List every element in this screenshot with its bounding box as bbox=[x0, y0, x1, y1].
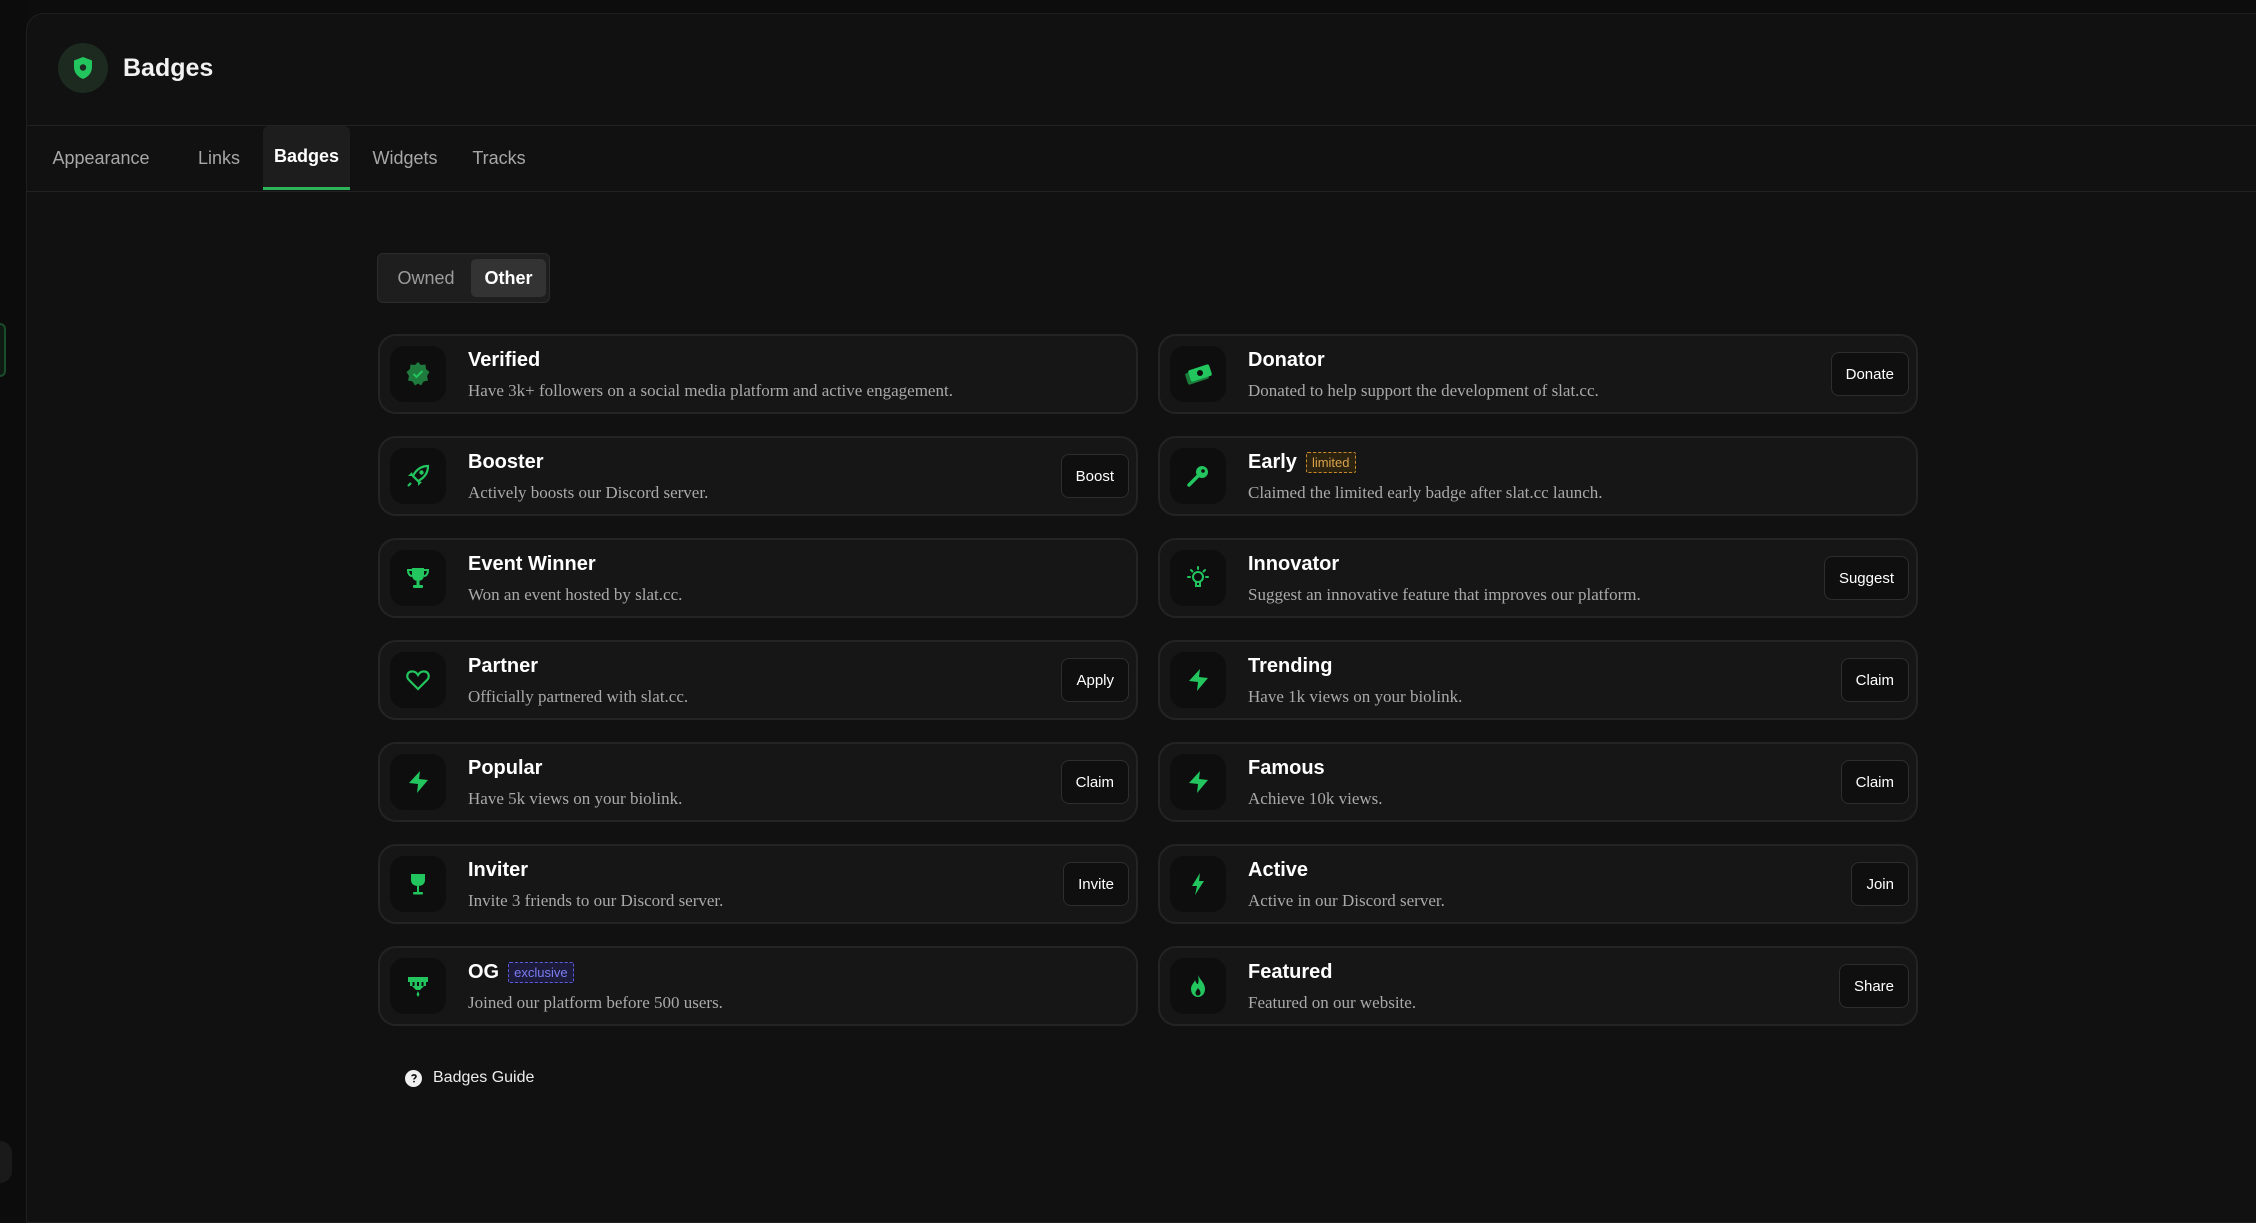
lightbulb-icon bbox=[1170, 550, 1226, 606]
claim-button[interactable]: Claim bbox=[1840, 760, 1909, 804]
sidebar-active-indicator bbox=[0, 323, 6, 377]
trophy-icon bbox=[390, 550, 446, 606]
badge-title: Donator bbox=[1248, 349, 1325, 371]
badge-description: Featured on our website. bbox=[1248, 993, 1417, 1012]
badge-card-early: Early limited Claimed the limited early … bbox=[1158, 436, 1918, 516]
badge-card-og: OG exclusive Joined our platform before … bbox=[378, 946, 1138, 1026]
page-header: Badges bbox=[27, 14, 2256, 126]
badge-description: Active in our Discord server. bbox=[1248, 891, 1445, 910]
badge-card-active: Active Active in our Discord server. Joi… bbox=[1158, 844, 1918, 924]
badge-card-event-winner: Event Winner Won an event hosted by slat… bbox=[378, 538, 1138, 618]
filter-owned-button[interactable]: Owned bbox=[383, 259, 469, 297]
badge-description: Invite 3 friends to our Discord server. bbox=[468, 891, 724, 910]
badge-description: Achieve 10k views. bbox=[1248, 789, 1383, 808]
badge-description: Claimed the limited early badge after sl… bbox=[1248, 483, 1603, 502]
badge-card-inviter: Inviter Invite 3 friends to our Discord … bbox=[378, 844, 1138, 924]
badge-card-famous: Famous Achieve 10k views. Claim bbox=[1158, 742, 1918, 822]
badge-card-popular: Popular Have 5k views on your biolink. C… bbox=[378, 742, 1138, 822]
tab-badges[interactable]: Badges bbox=[263, 126, 350, 190]
badge-card-trending: Trending Have 1k views on your biolink. … bbox=[1158, 640, 1918, 720]
badge-description: Donated to help support the development … bbox=[1248, 381, 1599, 400]
sparkle-star-icon bbox=[1170, 652, 1226, 708]
tab-appearance[interactable]: Appearance bbox=[38, 126, 164, 190]
help-circle-icon bbox=[405, 1069, 422, 1087]
heart-icon bbox=[390, 652, 446, 708]
flame-icon bbox=[1170, 958, 1226, 1014]
badge-description: Have 5k views on your biolink. bbox=[468, 789, 683, 808]
badge-title: Popular bbox=[468, 757, 543, 779]
badge-card-booster: Booster Actively boosts our Discord serv… bbox=[378, 436, 1138, 516]
apply-button[interactable]: Apply bbox=[1061, 658, 1129, 702]
filter-other-button[interactable]: Other bbox=[471, 259, 546, 297]
suggest-button[interactable]: Suggest bbox=[1823, 556, 1909, 600]
claim-button[interactable]: Claim bbox=[1840, 658, 1909, 702]
badge-title: Verified bbox=[468, 349, 541, 371]
donate-button[interactable]: Donate bbox=[1830, 352, 1909, 396]
badges-guide-label: Badges Guide bbox=[433, 1069, 535, 1086]
tab-widgets[interactable]: Widgets bbox=[361, 126, 449, 190]
badge-title: Trending bbox=[1248, 655, 1333, 677]
badge-card-donator: Donator Donated to help support the deve… bbox=[1158, 334, 1918, 414]
tab-bar: Appearance Links Badges Widgets Tracks bbox=[27, 126, 2256, 192]
boost-button[interactable]: Boost bbox=[1060, 454, 1129, 498]
badge-card-featured: Featured Featured on our website. Share bbox=[1158, 946, 1918, 1026]
join-button[interactable]: Join bbox=[1851, 862, 1909, 906]
badge-title: Active bbox=[1248, 859, 1309, 881]
page-title: Badges bbox=[123, 54, 214, 82]
badge-description: Joined our platform before 500 users. bbox=[468, 993, 723, 1012]
glass-icon bbox=[390, 856, 446, 912]
limited-tag: limited bbox=[1305, 452, 1356, 473]
badge-description: Officially partnered with slat.cc. bbox=[468, 687, 689, 706]
badge-description: Have 1k views on your biolink. bbox=[1248, 687, 1463, 706]
badge-card-verified: Verified Have 3k+ followers on a social … bbox=[378, 334, 1138, 414]
share-button[interactable]: Share bbox=[1838, 964, 1909, 1008]
badge-card-partner: Partner Officially partnered with slat.c… bbox=[378, 640, 1138, 720]
side-rail bbox=[0, 0, 26, 1215]
badge-description: Have 3k+ followers on a social media pla… bbox=[468, 381, 953, 400]
exclusive-tag: exclusive bbox=[508, 962, 574, 983]
badge-title: Booster bbox=[468, 451, 544, 473]
badges-guide-link[interactable]: Badges Guide bbox=[405, 1069, 534, 1087]
badge-description: Suggest an innovative feature that impro… bbox=[1248, 585, 1641, 604]
badge-title: Event Winner bbox=[468, 553, 596, 575]
rocket-icon bbox=[390, 448, 446, 504]
badge-description: Actively boosts our Discord server. bbox=[468, 483, 709, 502]
money-icon bbox=[1170, 346, 1226, 402]
badge-title: Partner bbox=[468, 655, 539, 677]
badge-title: Inviter bbox=[468, 859, 529, 881]
badge-title: Innovator bbox=[1248, 553, 1340, 575]
badge-title: Early limited bbox=[1248, 451, 1356, 474]
key-icon bbox=[1170, 448, 1226, 504]
main-panel: Badges Appearance Links Badges Widgets T… bbox=[26, 13, 2256, 1223]
verified-badge-icon bbox=[390, 346, 446, 402]
shield-icon bbox=[58, 43, 108, 93]
sparkle-star-icon bbox=[1170, 754, 1226, 810]
badge-filter-toggle: Owned Other bbox=[377, 253, 550, 303]
lightning-icon bbox=[1170, 856, 1226, 912]
tab-tracks[interactable]: Tracks bbox=[461, 126, 537, 190]
sidebar-bottom-button[interactable] bbox=[0, 1141, 12, 1183]
sparkle-star-icon bbox=[390, 754, 446, 810]
claim-button[interactable]: Claim bbox=[1060, 760, 1129, 804]
badge-card-innovator: Innovator Suggest an innovative feature … bbox=[1158, 538, 1918, 618]
badge-title: Featured bbox=[1248, 961, 1333, 983]
og-crown-icon bbox=[390, 958, 446, 1014]
invite-button[interactable]: Invite bbox=[1063, 862, 1129, 906]
badge-title: OG exclusive bbox=[468, 961, 574, 984]
badge-description: Won an event hosted by slat.cc. bbox=[468, 585, 683, 604]
badge-title: Famous bbox=[1248, 757, 1325, 779]
tab-links[interactable]: Links bbox=[184, 126, 254, 190]
